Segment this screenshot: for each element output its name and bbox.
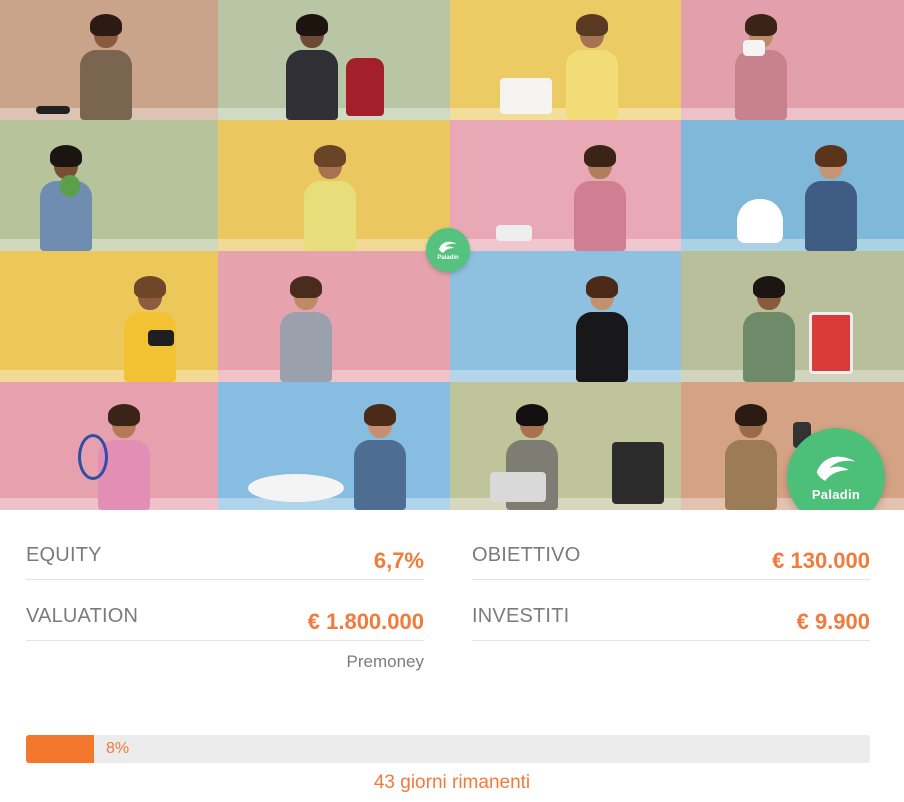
objective-label: OBIETTIVO [472,544,581,566]
product-photo-dance [218,120,450,251]
instant-camera-prop [743,40,765,56]
paladin-logo-small: Paladin [426,228,470,272]
paladin-logo-label: Paladin [811,486,861,502]
invested-row: INVESTITI € 9.900 [472,597,870,641]
product-photo-pillow [218,382,450,510]
pillow-prop [248,474,344,502]
model-figure [34,145,98,251]
model-figure [737,276,801,382]
invested-label: INVESTITI [472,605,570,627]
product-photo-vr-headset [0,0,218,120]
funding-progress-percent: 8% [106,740,130,757]
funding-progress-fill [26,735,94,763]
campaign-hero-image: Paladin Paladin [0,0,904,510]
product-photo-gadget [0,120,218,251]
product-photo-projector [450,120,681,251]
product-photo-bag [0,251,218,382]
paladin-logo-small-label: Paladin [437,254,459,261]
dj-setup-prop [490,472,546,502]
objective-value: € 130.000 [772,548,870,573]
speaker-prop [612,442,664,504]
objective-row: OBIETTIVO € 130.000 [472,536,870,580]
model-figure [729,14,793,120]
equity-row: EQUITY 6,7% [26,536,424,580]
model-figure [570,276,634,382]
model-figure [719,404,783,510]
product-photo-smart-garden [681,120,904,251]
invested-value: € 9.900 [796,609,870,634]
model-figure [568,145,632,251]
product-photo-tennis-racket [0,382,218,510]
model-figure [280,14,344,120]
valuation-row: VALUATION € 1.800.000 [26,597,424,641]
product-photo-tuxedo [450,251,681,382]
sewing-machine-prop [500,78,552,114]
wing-helmet-icon [816,456,856,481]
days-remaining: 43 giorni rimanenti [373,772,531,793]
model-figure [274,276,338,382]
product-photo-instant-camera [681,0,904,120]
product-photo-popcorn-machine [681,251,904,382]
product-photo-dj-setup [450,382,681,510]
smart-garden-prop [737,199,783,243]
equity-value: 6,7% [373,548,424,573]
projector-prop [496,225,532,241]
valuation-value: € 1.800.000 [307,609,424,634]
tennis-racket-prop [78,434,108,480]
valuation-label: VALUATION [26,605,139,627]
model-figure [348,404,412,510]
model-figure [799,145,863,251]
vr-headset-prop [36,106,70,114]
wing-helmet-icon [439,241,457,253]
model-figure [298,145,362,251]
product-photo-dress [218,251,450,382]
funding-progress-bar: 8% [26,735,870,763]
product-photo-sewing-machine [450,0,681,120]
bag-prop [148,330,174,346]
stand-mixer-prop [346,58,384,116]
product-photo-stand-mixer [218,0,450,120]
gadget-prop [60,175,80,197]
popcorn-machine-prop [809,312,853,374]
model-figure [560,14,624,120]
valuation-note: Premoney [346,652,424,671]
model-figure [74,14,138,120]
equity-label: EQUITY [26,544,102,566]
